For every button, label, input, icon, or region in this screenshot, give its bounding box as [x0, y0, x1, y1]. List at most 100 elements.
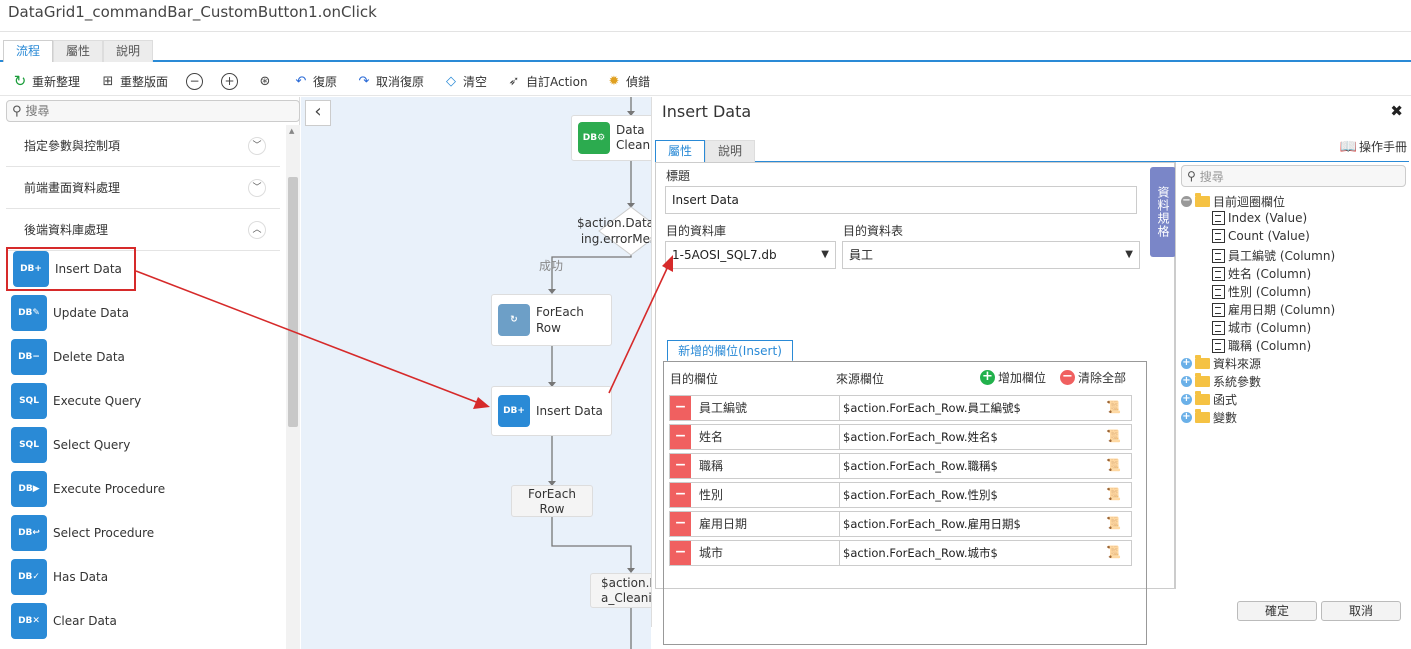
palette-item-update-data[interactable]: DB✎ Update Data: [6, 291, 280, 335]
tab-flow[interactable]: 流程: [3, 40, 53, 62]
target-db-select[interactable]: 1-5AOSI_SQL7.db ▼: [665, 241, 836, 269]
palette-item-insert-data[interactable]: DB+ Insert Data: [6, 247, 136, 291]
tree-leaf[interactable]: Count (Value): [1212, 229, 1310, 243]
cancel-button[interactable]: 取消: [1321, 601, 1401, 621]
toolbar: ↻ 重新整理 ⊞ 重整版面 − + ⊛ ↶ 復原 ↷ 取消復原 ◇ 清空 ➶ 自…: [0, 66, 1411, 96]
tree-leaf[interactable]: Index (Value): [1212, 211, 1307, 225]
insert-fields-tab[interactable]: 新增的欄位(Insert): [667, 340, 793, 362]
data-cleaning-icon: DB⚙: [578, 122, 610, 154]
category-frontend[interactable]: 前端畫面資料處理 ﹀: [6, 167, 280, 209]
palette-item-select-query[interactable]: SQL Select Query: [6, 423, 280, 467]
undo-button[interactable]: ↶ 復原: [293, 70, 337, 92]
scroll-up-icon[interactable]: ▲: [289, 127, 294, 135]
expand-icon[interactable]: +: [1181, 358, 1192, 369]
remove-row-button[interactable]: −: [670, 396, 691, 420]
palette-item-delete-data[interactable]: DB− Delete Data: [6, 335, 280, 379]
remove-row-button[interactable]: −: [670, 512, 691, 536]
remove-row-button[interactable]: −: [670, 425, 691, 449]
document-icon: [1212, 248, 1225, 263]
tree-node-functions[interactable]: + 函式: [1181, 391, 1237, 408]
palette-item-select-procedure[interactable]: DB↩ Select Procedure: [6, 511, 280, 555]
chevron-up-icon[interactable]: ︿: [248, 221, 266, 239]
debug-button[interactable]: ✹ 偵錯: [606, 70, 650, 92]
tree-search[interactable]: ⚲ 搜尋: [1181, 165, 1406, 187]
dialog-tab-description[interactable]: 說明: [705, 140, 755, 162]
tree-node-current-loop[interactable]: − 目前迴圈欄位: [1181, 193, 1285, 210]
palette-item-execute-query[interactable]: SQL Execute Query: [6, 379, 280, 423]
title-input[interactable]: [665, 186, 1137, 214]
flow-node-data-cleaning[interactable]: DB⚙ Data Cleanin: [571, 115, 651, 161]
tree-leaf[interactable]: 雇用日期 (Column): [1212, 301, 1335, 318]
palette-item-execute-procedure[interactable]: DB▶ Execute Procedure: [6, 467, 280, 511]
folder-icon: [1195, 373, 1210, 387]
dialog-tab-properties[interactable]: 屬性: [655, 140, 705, 162]
source-field-header: 來源欄位: [836, 372, 885, 386]
zoom-in-button[interactable]: +: [221, 70, 238, 92]
script-icon[interactable]: 📜: [1106, 429, 1121, 443]
flow-node-insert-data[interactable]: DB+ Insert Data: [491, 386, 612, 436]
rocket-icon: ➶: [508, 73, 520, 89]
ok-button[interactable]: 確定: [1237, 601, 1317, 621]
zoom-out-button[interactable]: −: [186, 70, 203, 92]
layout-icon: ⊞: [102, 73, 114, 89]
has-data-icon: DB✓: [11, 559, 47, 595]
tree-node-data-source[interactable]: + 資料來源: [1181, 355, 1261, 372]
document-icon: [1212, 266, 1225, 281]
search-icon: ⚲: [12, 103, 22, 119]
chevron-down-icon[interactable]: ﹀: [248, 179, 266, 197]
clear-all-button[interactable]: − 清除全部: [1060, 369, 1126, 386]
bug-icon: ✹: [608, 73, 620, 89]
expand-icon[interactable]: +: [1181, 394, 1192, 405]
tree-node-variables[interactable]: + 變數: [1181, 409, 1237, 426]
tree-leaf[interactable]: 姓名 (Column): [1212, 265, 1311, 282]
palette-item-has-data[interactable]: DB✓ Has Data: [6, 555, 280, 599]
palette-search-input[interactable]: [25, 104, 266, 118]
script-icon[interactable]: 📜: [1106, 487, 1121, 501]
data-spec-tab[interactable]: 資料規格: [1150, 167, 1176, 257]
expand-icon[interactable]: +: [1181, 412, 1192, 423]
script-icon[interactable]: 📜: [1106, 400, 1121, 414]
reset-layout-button[interactable]: ⊞ 重整版面: [100, 70, 168, 92]
target-table-select[interactable]: 員工 ▼: [842, 241, 1140, 269]
expand-icon[interactable]: +: [1181, 376, 1192, 387]
flow-node-foreach-end[interactable]: ForEach Row: [511, 485, 593, 517]
foreach-icon: ↻: [498, 304, 530, 336]
properties-form: 標題 目的資料庫 1-5AOSI_SQL7.db ▼ 目的資料表 員工 ▼ 新增…: [655, 162, 1175, 645]
chevron-down-icon[interactable]: ﹀: [248, 137, 266, 155]
tree-leaf[interactable]: 員工編號 (Column): [1212, 247, 1335, 264]
remove-row-button[interactable]: −: [670, 541, 691, 565]
tree-leaf[interactable]: 職稱 (Column): [1212, 337, 1311, 354]
tree-node-system-params[interactable]: + 系統參數: [1181, 373, 1261, 390]
script-icon[interactable]: 📜: [1106, 458, 1121, 472]
tab-description[interactable]: 說明: [103, 40, 153, 62]
add-field-button[interactable]: + 增加欄位: [980, 369, 1046, 386]
close-icon[interactable]: ✖: [1390, 102, 1403, 120]
tree-leaf[interactable]: 性別 (Column): [1212, 283, 1311, 300]
manual-link[interactable]: 📖 操作手冊: [1340, 138, 1407, 155]
collapse-panel-button[interactable]: ‹: [305, 100, 331, 126]
flow-node-bottom[interactable]: $action.D a_Cleanin: [590, 573, 651, 608]
tab-properties[interactable]: 屬性: [53, 40, 103, 62]
clear-button[interactable]: ◇ 清空: [443, 70, 487, 92]
redo-button[interactable]: ↷ 取消復原: [356, 70, 424, 92]
palette-scrollbar[interactable]: ▲: [286, 125, 300, 649]
minus-circle-icon: −: [1060, 370, 1075, 385]
flow-canvas[interactable]: ‹ DB⚙ Data Cleanin $action.Data_ ing.err…: [301, 97, 651, 649]
scrollbar-thumb[interactable]: [288, 177, 298, 427]
decision-node[interactable]: $action.Data_ ing.errorMes: [577, 215, 651, 247]
script-icon[interactable]: 📜: [1106, 545, 1121, 559]
remove-row-button[interactable]: −: [670, 454, 691, 478]
flow-node-foreach-row[interactable]: ↻ ForEach Row: [491, 294, 612, 346]
category-parameters[interactable]: 指定參數與控制項 ﹀: [6, 125, 280, 167]
palette-search[interactable]: ⚲: [6, 100, 300, 122]
custom-action-button[interactable]: ➶ 自訂Action: [506, 70, 588, 92]
script-icon[interactable]: 📜: [1106, 516, 1121, 530]
category-backend[interactable]: 後端資料庫處理 ︿: [6, 209, 280, 251]
reset-arrange-button[interactable]: ↻ 重新整理: [12, 70, 80, 92]
palette-item-clear-data[interactable]: DB✕ Clear Data: [6, 599, 280, 643]
mapping-row: − 雇用日期 $action.ForEach_Row.雇用日期$ 📜: [669, 511, 1132, 537]
collapse-icon[interactable]: −: [1181, 196, 1192, 207]
remove-row-button[interactable]: −: [670, 483, 691, 507]
zoom-reset-button[interactable]: ⊛: [257, 70, 273, 92]
tree-leaf[interactable]: 城市 (Column): [1212, 319, 1311, 336]
